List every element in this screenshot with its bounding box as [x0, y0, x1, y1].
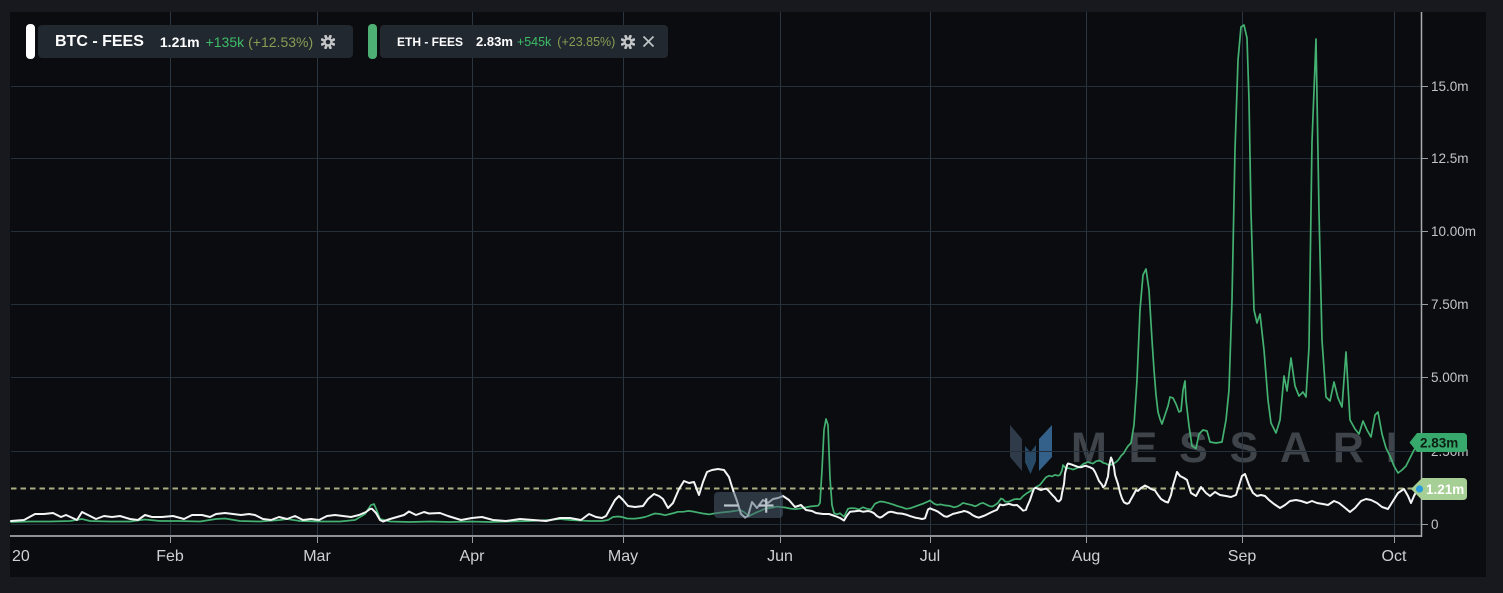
svg-text:Feb: Feb	[156, 548, 184, 565]
svg-text:2.83m: 2.83m	[1420, 436, 1458, 451]
svg-text:Mar: Mar	[303, 548, 331, 565]
svg-text:12.5m: 12.5m	[1431, 151, 1469, 166]
svg-text:Oct: Oct	[1382, 548, 1407, 565]
svg-text:Sep: Sep	[1228, 548, 1257, 565]
svg-text:1.21m: 1.21m	[1426, 482, 1464, 497]
svg-text:7.50m: 7.50m	[1431, 297, 1469, 312]
svg-text:20: 20	[12, 548, 30, 565]
svg-text:15.0m: 15.0m	[1431, 79, 1469, 94]
svg-text:Jul: Jul	[920, 548, 940, 565]
svg-text:0: 0	[1431, 517, 1439, 532]
svg-text:5.00m: 5.00m	[1431, 370, 1469, 385]
svg-text:10.00m: 10.00m	[1431, 224, 1476, 239]
svg-text:Aug: Aug	[1072, 548, 1100, 565]
svg-text:Jun: Jun	[767, 548, 793, 565]
svg-text:May: May	[608, 548, 638, 565]
svg-text:Apr: Apr	[460, 548, 486, 565]
